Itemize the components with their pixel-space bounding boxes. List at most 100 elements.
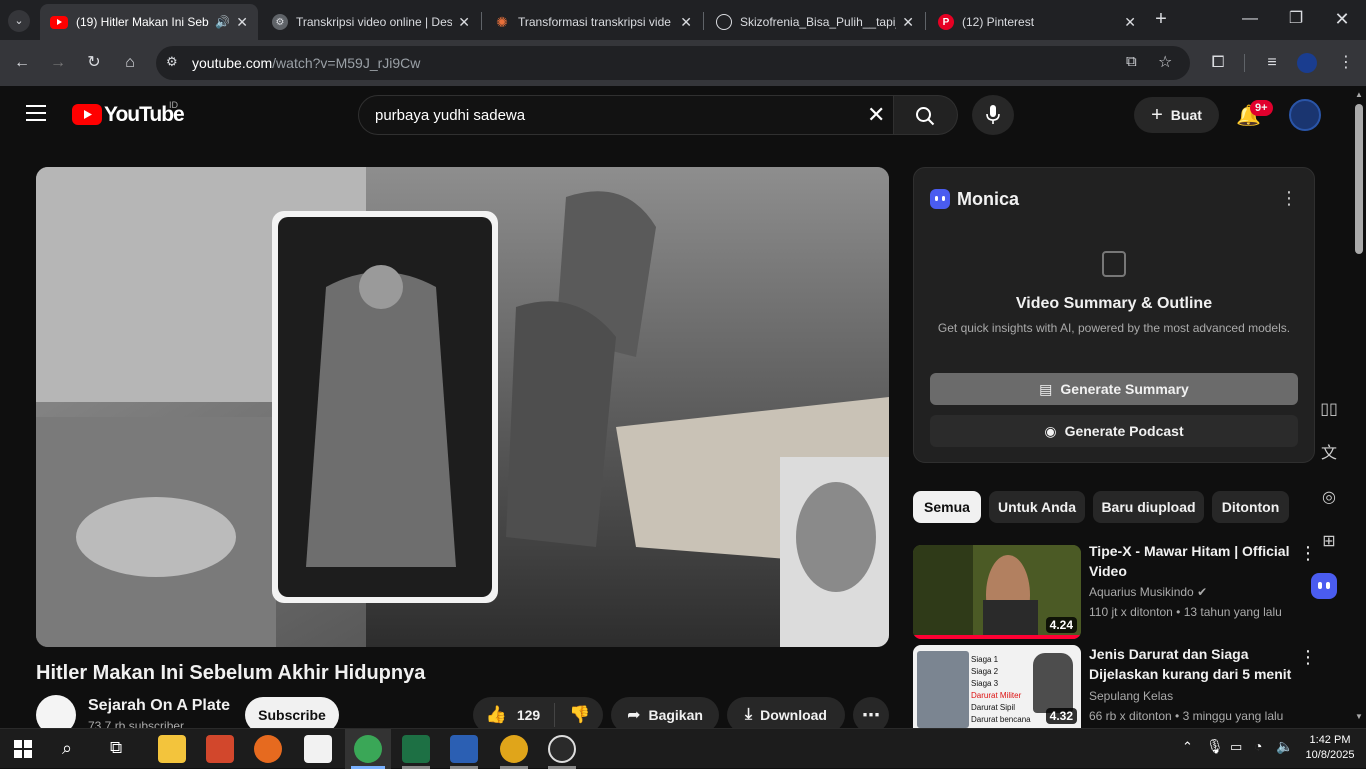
excel-icon[interactable] [402, 735, 430, 763]
chip-recently-uploaded[interactable]: Baru diupload [1093, 491, 1204, 523]
monica-menu-icon[interactable]: ⋮ [1280, 188, 1298, 209]
taskbar-search-icon[interactable]: ⌕ [62, 738, 72, 759]
minimize-icon[interactable]: — [1240, 9, 1260, 29]
tab-separator [703, 12, 704, 30]
tab-youtube[interactable]: (19) Hitler Makan Ini Seb 🔊 ✕ [40, 4, 258, 40]
search-input[interactable]: purbaya yudhi sadewa [375, 107, 525, 124]
rec-title[interactable]: Tipe-X - Mawar Hitam | Official Video [1089, 541, 1294, 581]
video-duration: 4.24 [1045, 617, 1077, 633]
tab-transformasi[interactable]: ✺ Transformasi transkripsi vide ✕ [484, 4, 702, 40]
microphone-icon [986, 105, 1000, 124]
search-button[interactable] [894, 95, 958, 135]
tab-pinterest[interactable]: P (12) Pinterest ✕ [928, 4, 1146, 40]
app-star-icon[interactable] [304, 735, 332, 763]
tab-transkripsi[interactable]: ⚙ Transkripsi video online | Des ✕ [262, 4, 480, 40]
search-box[interactable]: purbaya yudhi sadewa ✕ [358, 95, 894, 135]
close-tab-icon[interactable]: ✕ [680, 14, 692, 31]
watch-progress-bar [913, 635, 1081, 639]
windows-start-icon[interactable] [14, 740, 32, 758]
dislike-icon[interactable]: 👎 [569, 705, 590, 725]
translate-icon[interactable]: 文 [1314, 439, 1344, 469]
generate-podcast-button[interactable]: ◉ Generate Podcast [930, 415, 1298, 447]
tab-search-icon[interactable]: ⌄ [8, 10, 30, 32]
forward-icon[interactable]: → [48, 53, 68, 73]
rec-thumbnail[interactable]: Siaga 1 Siaga 2 Siaga 3 Darurat Militer … [913, 645, 1081, 728]
youtube-header: YouTube ID purbaya yudhi sadewa ✕ + Buat… [0, 86, 1352, 144]
battery-icon[interactable]: ▭ [1230, 739, 1242, 755]
rec-thumbnail[interactable]: 4.24 [913, 545, 1081, 639]
monica-subtitle: Get quick insights with AI, powered by t… [937, 321, 1291, 335]
video-thumbnail-image [36, 167, 889, 647]
tray-mic-icon[interactable]: 🎙 [1206, 738, 1224, 755]
new-tab-icon[interactable]: + [1151, 9, 1171, 29]
home-icon[interactable]: ⌂ [120, 53, 140, 73]
chrome-profile-icon[interactable] [500, 735, 528, 763]
back-icon[interactable]: ← [12, 53, 32, 73]
like-count[interactable]: 129 [517, 707, 540, 723]
voice-search-button[interactable] [972, 95, 1014, 135]
notification-badge: 9+ [1250, 100, 1273, 116]
podcast-rail-icon[interactable]: ◎ [1314, 483, 1344, 513]
reload-icon[interactable]: ↻ [84, 53, 104, 73]
verified-check-icon: ✔ [1197, 585, 1208, 599]
address-bar[interactable]: ⚙ youtube.com/watch?v=M59J_rJi9Cw ⧉ ☆ [156, 46, 1190, 80]
video-title: Hitler Makan Ini Sebelum Akhir Hidupnya [36, 662, 426, 684]
like-icon[interactable]: 👍 [486, 705, 507, 725]
window-close-icon[interactable]: ✕ [1332, 9, 1352, 29]
rec-title[interactable]: Jenis Darurat dan Siaga Dijelaskan kuran… [1089, 644, 1294, 684]
hamburger-menu-icon[interactable] [26, 105, 46, 121]
apps-grid-icon[interactable]: ⊞ [1314, 527, 1344, 557]
close-tab-icon[interactable]: ✕ [236, 14, 248, 31]
rec-channel[interactable]: Sepulang Kelas [1089, 689, 1173, 703]
scroll-down-arrow-icon[interactable]: ▼ [1355, 712, 1363, 721]
tab-separator [925, 12, 926, 30]
url-text[interactable]: youtube.com/watch?v=M59J_rJi9Cw [192, 55, 420, 71]
file-explorer-icon[interactable] [158, 735, 186, 763]
clock-time: 1:42 PM [1309, 734, 1351, 746]
scroll-up-arrow-icon[interactable]: ▲ [1355, 90, 1363, 99]
clear-search-icon[interactable]: ✕ [867, 102, 885, 128]
site-info-icon[interactable]: ⚙ [166, 54, 178, 70]
reader-book-icon[interactable]: ▯▯ [1314, 395, 1344, 425]
obs-icon[interactable] [548, 735, 576, 763]
download-icon: ⤓ [745, 706, 753, 723]
youtube-logo-icon[interactable] [72, 104, 102, 125]
extensions-icon[interactable]: ⧠ [1208, 53, 1228, 73]
create-button[interactable]: + Buat [1134, 97, 1219, 133]
chip-watched[interactable]: Ditonton [1212, 491, 1289, 523]
close-tab-icon[interactable]: ✕ [458, 14, 470, 31]
install-app-icon[interactable]: ⧉ [1126, 53, 1137, 70]
rec-channel[interactable]: Aquarius Musikindo ✔ [1089, 585, 1207, 599]
word-icon[interactable] [450, 735, 478, 763]
monica-launcher-icon[interactable] [1311, 573, 1337, 599]
rec-menu-icon[interactable]: ⋮ [1299, 647, 1317, 668]
chrome-icon[interactable] [354, 735, 382, 763]
close-tab-icon[interactable]: ✕ [902, 14, 914, 31]
volume-icon[interactable]: 🔈 [1276, 738, 1293, 755]
restore-icon[interactable]: ❐ [1286, 9, 1306, 29]
tab-title: Transformasi transkripsi vide [518, 15, 671, 29]
speaker-icon[interactable]: 🔊 [215, 15, 230, 29]
task-view-icon[interactable]: ⧉ [110, 738, 122, 758]
page-scrollbar[interactable]: ▲ ▼ [1352, 86, 1366, 728]
tray-chevron-icon[interactable]: ⌃ [1182, 739, 1193, 755]
wifi-icon[interactable]: ◔ [1254, 738, 1262, 754]
generate-summary-button[interactable]: ▤ Generate Summary [930, 373, 1298, 405]
tab-skizofrenia[interactable]: Skizofrenia_Bisa_Pulih__tapi_ ✕ [706, 4, 924, 40]
channel-name[interactable]: Sejarah On A Plate [88, 697, 230, 715]
bookmark-star-icon[interactable]: ☆ [1158, 52, 1172, 72]
taskbar-clock[interactable]: 1:42 PM 10/8/2025 [1300, 733, 1360, 763]
browser-menu-icon[interactable]: ⋮ [1336, 53, 1356, 73]
rec-thumbnail-image [917, 651, 969, 728]
chip-for-you[interactable]: Untuk Anda [989, 491, 1085, 523]
video-player[interactable] [36, 167, 889, 647]
powerpoint-icon[interactable] [206, 735, 234, 763]
firefox-icon[interactable] [254, 735, 282, 763]
media-control-icon[interactable]: ≡ [1262, 53, 1282, 73]
profile-avatar-icon[interactable] [1297, 53, 1317, 73]
scrollbar-thumb[interactable] [1355, 104, 1363, 254]
monica-panel: Monica ⋮ Video Summary & Outline Get qui… [913, 167, 1315, 463]
account-avatar[interactable] [1289, 99, 1321, 131]
close-tab-icon[interactable]: ✕ [1124, 14, 1136, 31]
chip-all[interactable]: Semua [913, 491, 981, 523]
